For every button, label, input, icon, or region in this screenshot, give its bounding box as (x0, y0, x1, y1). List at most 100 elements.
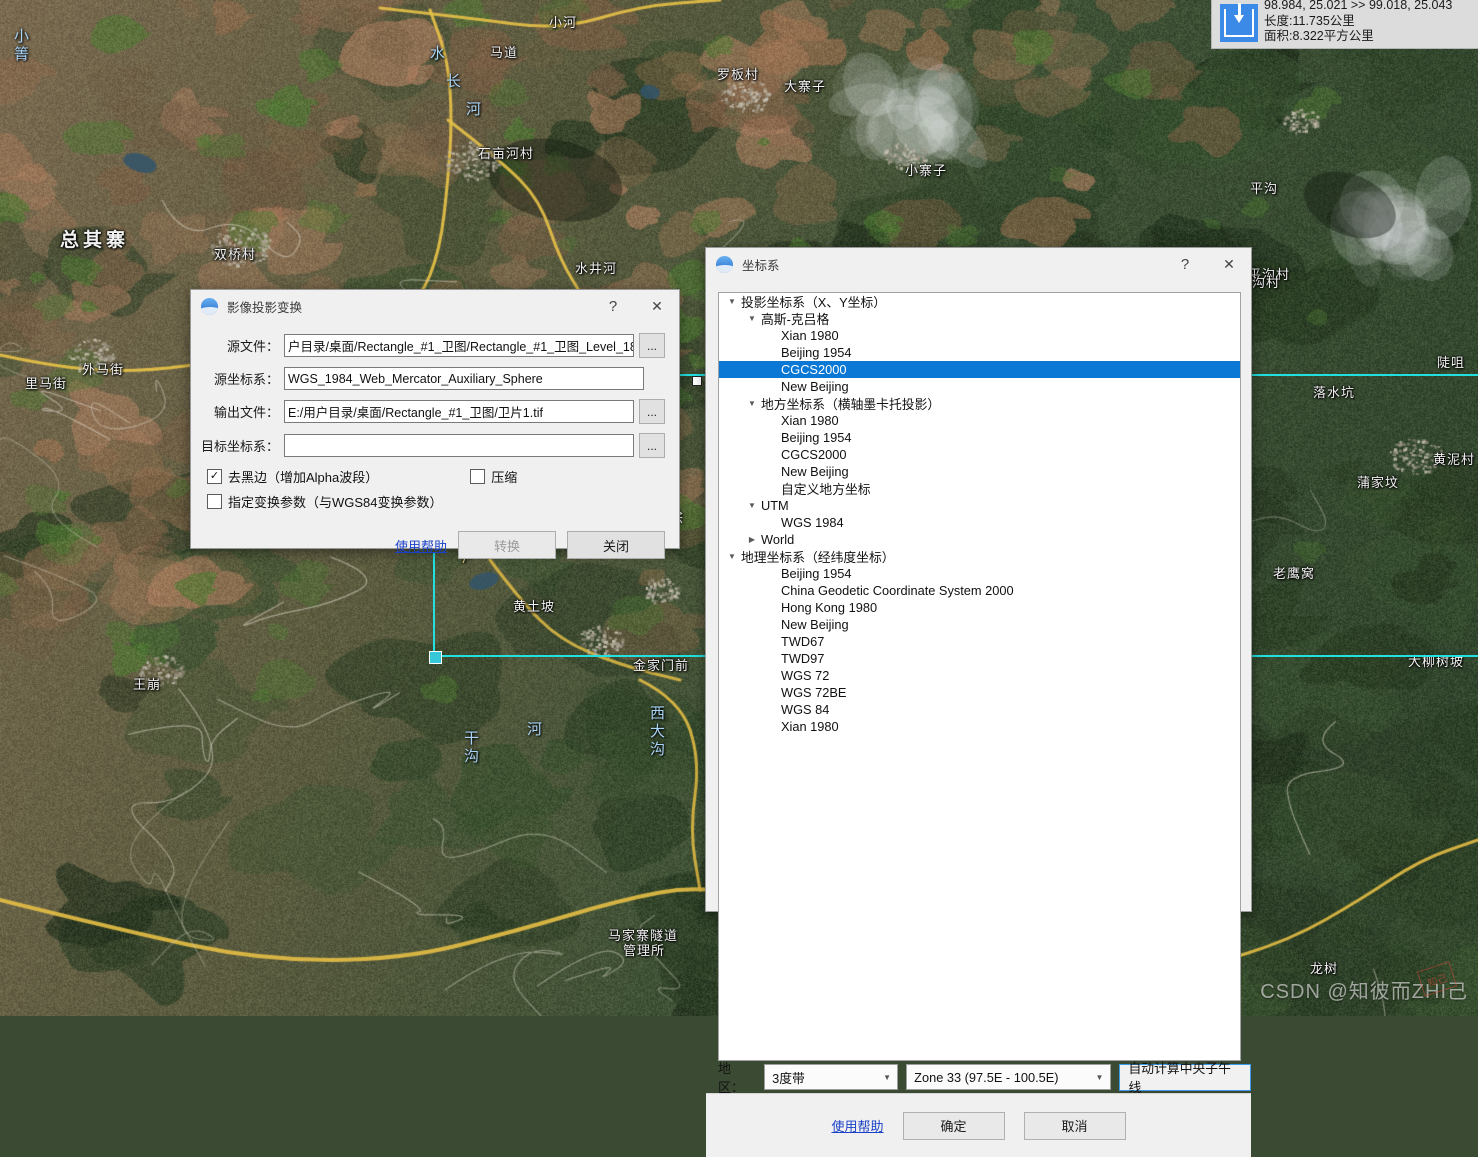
tree-item-9[interactable]: ▸CGCS2000 (719, 446, 1240, 463)
tree-spacer-icon: ▸ (765, 570, 779, 578)
coordinate-help-link[interactable]: 使用帮助 (831, 1116, 883, 1135)
tree-item-5[interactable]: ▸New Beijing (719, 378, 1240, 395)
tree-item-label-23: WGS 72BE (781, 685, 847, 700)
tree-spacer-icon: ▸ (765, 485, 779, 493)
tree-item-3[interactable]: ▸Beijing 1954 (719, 344, 1240, 361)
region-row: 地区： 3度带 ▼ Zone 33 (97.5E - 100.5E) ▼ 自动计… (718, 1058, 1251, 1096)
selection-rect-left-edge[interactable] (433, 552, 435, 657)
chevron-down-icon[interactable]: ▼ (725, 552, 739, 561)
zone-value: Zone 33 (97.5E - 100.5E) (914, 1069, 1059, 1085)
chevron-down-icon[interactable]: ▼ (1090, 1073, 1110, 1082)
tree-item-label-22: WGS 72 (781, 668, 830, 683)
degree-band-value: 3度带 (772, 1070, 805, 1086)
tree-spacer-icon: ▸ (765, 519, 779, 527)
browse-button-2[interactable]: ... (639, 399, 665, 424)
help-icon[interactable]: ? (1163, 248, 1207, 281)
convert-button[interactable]: 转换 (458, 531, 556, 559)
close-button[interactable]: 关闭 (567, 531, 665, 559)
tree-item-20[interactable]: ▸TWD67 (719, 633, 1240, 650)
selection-vertex-handle[interactable] (692, 376, 702, 386)
tree-item-2[interactable]: ▸Xian 1980 (719, 327, 1240, 344)
tree-item-25[interactable]: ▸Xian 1980 (719, 718, 1240, 735)
tree-item-10[interactable]: ▸New Beijing (719, 463, 1240, 480)
tree-item-label-19: New Beijing (781, 617, 849, 632)
field-input-1[interactable]: WGS_1984_Web_Mercator_Auxiliary_Sphere (284, 367, 644, 390)
tree-spacer-icon: ▸ (765, 366, 779, 374)
chevron-down-icon[interactable]: ▼ (877, 1073, 897, 1082)
tree-item-13[interactable]: ▸WGS 1984 (719, 514, 1240, 531)
tree-item-8[interactable]: ▸Beijing 1954 (719, 429, 1240, 446)
auto-central-meridian-button[interactable]: 自动计算中央子午线 (1118, 1061, 1251, 1095)
tree-item-24[interactable]: ▸WGS 84 (719, 701, 1240, 718)
checkbox-box-1[interactable] (470, 469, 486, 484)
tree-spacer-icon: ▸ (765, 638, 779, 646)
tree-item-17[interactable]: ▸China Geodetic Coordinate System 2000 (719, 582, 1240, 599)
tree-item-label-8: Beijing 1954 (781, 430, 852, 445)
coordinate-system-tree[interactable]: ▼投影坐标系（X、Y坐标）▼高斯-克吕格▸Xian 1980▸Beijing 1… (718, 292, 1241, 1061)
tree-item-14[interactable]: ▶ World (719, 531, 1240, 548)
help-icon[interactable]: ? (591, 290, 635, 323)
tree-item-21[interactable]: ▸TWD97 (719, 650, 1240, 667)
checkbox-row-2[interactable]: 指定变换参数（与WGS84变换参数） (191, 492, 665, 511)
close-icon[interactable]: ✕ (635, 290, 679, 323)
measure-area: 面积:8.322平方公里 (1264, 29, 1374, 43)
tree-item-label-17: China Geodetic Coordinate System 2000 (781, 583, 1014, 598)
tree-item-label-24: WGS 84 (781, 702, 830, 717)
measure-values: 98.984, 25.021 >> 99.018, 25.043 长度:11.7… (1264, 0, 1453, 45)
field-label-3: 目标坐标系： (200, 439, 279, 454)
tree-item-0[interactable]: ▼ 投影坐标系（X、Y坐标） (719, 293, 1240, 310)
tree-item-18[interactable]: ▸Hong Kong 1980 (719, 599, 1240, 616)
cancel-button[interactable]: 取消 (1023, 1111, 1126, 1140)
tree-item-label-6: 地方坐标系（横轴墨卡托投影） (761, 397, 941, 412)
coordinate-dialog-titlebar[interactable]: 坐标系 ? ✕ (706, 248, 1251, 281)
close-icon[interactable]: ✕ (1207, 248, 1251, 281)
tree-item-4[interactable]: ▸CGCS2000 (719, 361, 1240, 378)
projection-dialog-titlebar[interactable]: 影像投影变换 ? ✕ (191, 290, 679, 323)
chevron-down-icon[interactable]: ▼ (745, 314, 759, 323)
degree-band-select[interactable]: 3度带 ▼ (764, 1064, 899, 1090)
chevron-right-icon[interactable]: ▶ (745, 535, 759, 544)
checkbox-1[interactable]: 压缩 (470, 467, 517, 486)
tree-item-19[interactable]: ▸New Beijing (719, 616, 1240, 633)
tree-item-12[interactable]: ▼ UTM (719, 497, 1240, 514)
field-row-1: 源坐标系： WGS_1984_Web_Mercator_Auxiliary_Sph… (191, 367, 665, 390)
field-row-2: 输出文件： E:/用户目录/桌面/Rectangle_#1_卫图/卫片1.tif.… (191, 399, 665, 424)
coordinate-system-dialog[interactable]: 坐标系 ? ✕ ▼投影坐标系（X、Y坐标）▼高斯-克吕格▸Xian 1980▸B… (705, 247, 1252, 1157)
checkbox-0[interactable]: ✓ 去黑边（增加Alpha波段） (207, 467, 378, 486)
tree-item-23[interactable]: ▸WGS 72BE (719, 684, 1240, 701)
tree-spacer-icon: ▸ (765, 723, 779, 731)
tree-item-label-25: Xian 1980 (781, 719, 839, 734)
tree-item-label-13: WGS 1984 (781, 515, 844, 530)
region-label: 地区： (718, 1061, 745, 1095)
selection-corner-handle[interactable] (429, 651, 442, 664)
measure-coords: 98.984, 25.021 >> 99.018, 25.043 (1264, 0, 1453, 12)
tree-item-label-21: TWD97 (781, 651, 825, 666)
field-input-3[interactable] (284, 434, 634, 457)
tree-item-15[interactable]: ▼ 地理坐标系（经纬度坐标） (719, 548, 1240, 565)
tree-item-6[interactable]: ▼ 地方坐标系（横轴墨卡托投影） (719, 395, 1240, 412)
measure-info-panel: 98.984, 25.021 >> 99.018, 25.043 长度:11.7… (1211, 0, 1478, 49)
tree-item-label-18: Hong Kong 1980 (781, 600, 878, 615)
browse-button-3[interactable]: ... (639, 433, 665, 458)
tree-item-22[interactable]: ▸WGS 72 (719, 667, 1240, 684)
chevron-down-icon[interactable]: ▼ (745, 501, 759, 510)
field-input-2[interactable]: E:/用户目录/桌面/Rectangle_#1_卫图/卫片1.tif (284, 400, 634, 423)
ok-button[interactable]: 确定 (902, 1111, 1005, 1140)
chevron-down-icon[interactable]: ▼ (725, 297, 739, 306)
checkbox-box-2[interactable] (207, 494, 222, 509)
checkbox-box-0[interactable]: ✓ (207, 469, 222, 484)
tree-item-1[interactable]: ▼ 高斯-克吕格 (719, 310, 1240, 327)
tree-item-label-12: UTM (761, 498, 789, 513)
zone-select[interactable]: Zone 33 (97.5E - 100.5E) ▼ (906, 1064, 1111, 1090)
projection-help-link[interactable]: 使用帮助 (395, 536, 447, 555)
tree-item-7[interactable]: ▸Xian 1980 (719, 412, 1240, 429)
field-input-0[interactable]: 户目录/桌面/Rectangle_#1_卫图/Rectangle_#1_卫图_L… (284, 334, 634, 357)
chevron-down-icon[interactable]: ▼ (745, 399, 759, 408)
download-box-icon[interactable] (1220, 3, 1258, 42)
tree-item-16[interactable]: ▸Beijing 1954 (719, 565, 1240, 582)
projection-convert-dialog[interactable]: 影像投影变换 ? ✕ 源文件： 户目录/桌面/Rectangle_#1_卫图/Re… (190, 289, 680, 559)
checkbox-row-1: ✓ 去黑边（增加Alpha波段） 压缩 (191, 467, 665, 486)
tree-item-label-14: World (761, 532, 795, 547)
browse-button-0[interactable]: ... (639, 333, 665, 358)
tree-item-11[interactable]: ▸自定义地方坐标 (719, 480, 1240, 497)
